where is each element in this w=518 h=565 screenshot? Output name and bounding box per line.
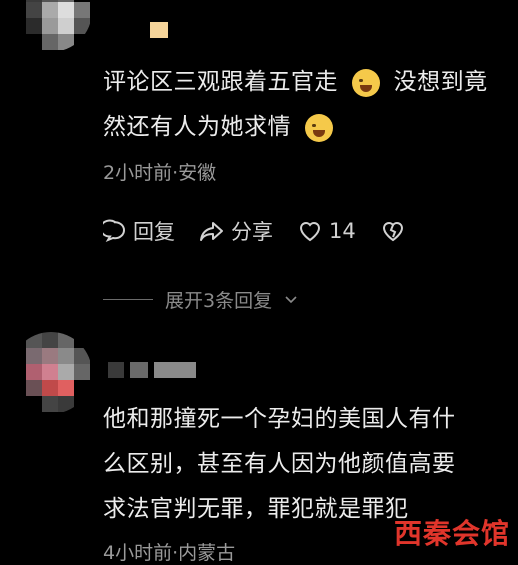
username-2[interactable] xyxy=(108,362,196,378)
username-pixel xyxy=(108,362,124,378)
comment-actions: 回复 分享 14 xyxy=(103,216,406,246)
comment-line: 没想到竟 xyxy=(393,69,488,95)
dislike-button[interactable] xyxy=(380,219,406,243)
comment-line: 然还有人为她求情 xyxy=(103,114,291,140)
like-count: 14 xyxy=(329,219,356,243)
comment-text-2-line1: 他和那撞死一个孕妇的美国人有什 xyxy=(103,406,456,432)
username-1[interactable] xyxy=(150,22,168,38)
divider xyxy=(103,299,153,300)
broken-heart-icon xyxy=(382,222,403,242)
comment-meta-1: 2小时前·安徽 xyxy=(103,162,217,184)
reply-button[interactable]: 回复 xyxy=(103,216,175,246)
avatar-2[interactable] xyxy=(10,332,92,414)
crying-emoji-icon xyxy=(304,113,333,142)
username-pixel xyxy=(130,362,148,378)
comment-text-1-line2: 然还有人为她求情 xyxy=(103,108,339,146)
username-pixel xyxy=(154,362,196,378)
comment-text-1: 评论区三观跟着五官走 没想到竟 xyxy=(103,63,488,101)
comment-text-2-line3: 求法官判无罪，罪犯就是罪犯 xyxy=(103,496,409,522)
share-label: 分享 xyxy=(231,220,273,244)
reply-label: 回复 xyxy=(133,220,175,244)
comment-line: 评论区三观跟着五官走 xyxy=(103,69,338,95)
share-button[interactable]: 分享 xyxy=(199,216,273,246)
comment-bubble-icon xyxy=(103,219,125,242)
avatar-1[interactable] xyxy=(10,0,92,52)
comment-meta-2: 4小时前·内蒙古 xyxy=(103,542,236,564)
chevron-down-icon xyxy=(285,295,297,303)
share-arrow-icon xyxy=(200,222,223,241)
expand-replies[interactable]: 展开3条回复 xyxy=(103,286,298,313)
username-pixel xyxy=(150,22,168,38)
comment-text-2-line2: 么区别，甚至有人因为他颜值高要 xyxy=(103,451,456,477)
watermark-logo: 西秦会馆 xyxy=(393,517,510,550)
like-button[interactable]: 14 xyxy=(297,219,356,243)
laughing-emoji-icon xyxy=(351,68,380,97)
heart-icon xyxy=(299,222,321,242)
expand-replies-label: 展开3条回复 xyxy=(165,290,273,312)
